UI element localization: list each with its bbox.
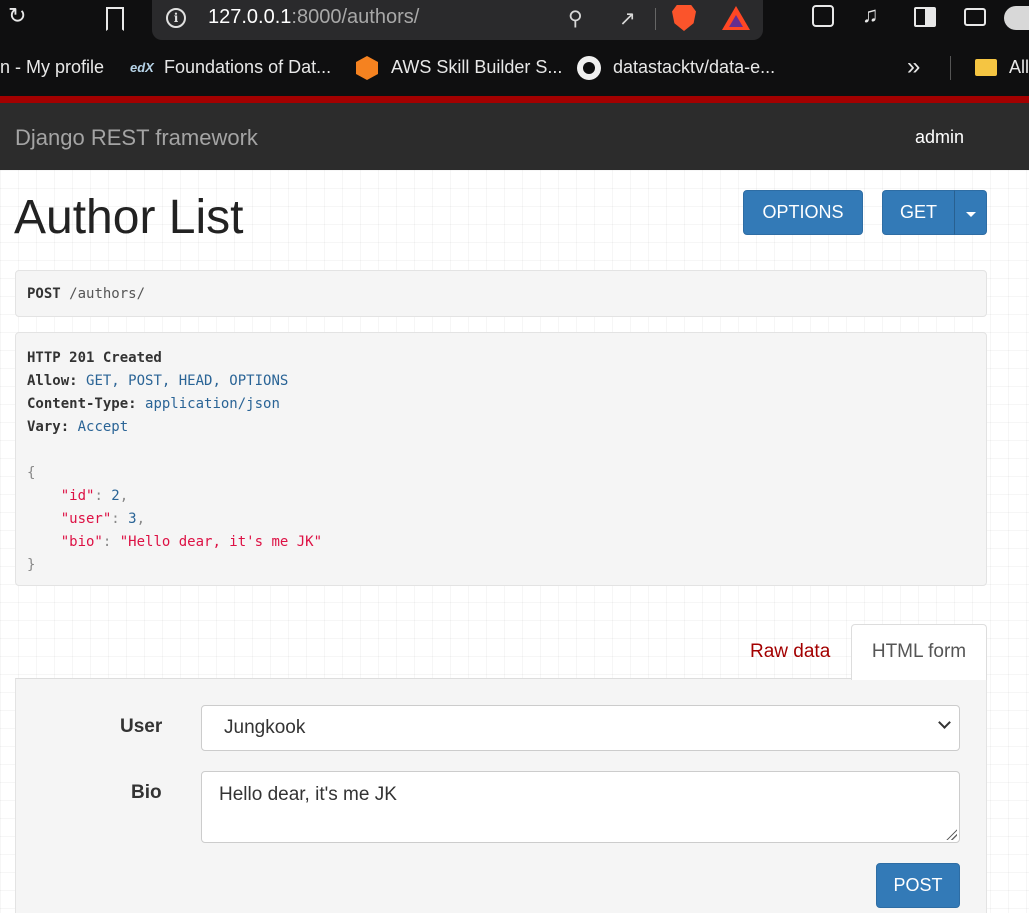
json-key: "id" [60, 488, 95, 504]
navbar-brand[interactable]: Django REST framework [15, 125, 258, 151]
json-field: "id": 2, [60, 488, 129, 504]
get-format-dropdown[interactable] [954, 190, 987, 235]
user-select-value: Jungkook [224, 717, 306, 738]
json-value: 3 [128, 511, 137, 527]
url-host: 127.0.0.1 [208, 6, 292, 28]
site-info-icon[interactable]: i [166, 8, 186, 28]
header-name: Vary: [27, 419, 70, 435]
bookmark-all[interactable]: All [1009, 57, 1029, 78]
bio-field-label: Bio [131, 782, 162, 803]
json-value: 2 [111, 488, 120, 504]
folder-icon [975, 59, 997, 76]
brave-rewards-icon[interactable] [722, 6, 750, 30]
address-bar[interactable]: i 127.0.0.1:8000/authors/ ⚲ ↗ [152, 0, 763, 40]
get-button[interactable]: GET [882, 190, 955, 235]
sidebar-icon[interactable] [914, 7, 936, 27]
bookmark-foundations[interactable]: Foundations of Dat... [164, 57, 331, 78]
request-path: /authors/ [69, 286, 146, 302]
json-field: "user": 3, [60, 511, 146, 527]
header-value: GET, POST, HEAD, OPTIONS [86, 373, 289, 389]
edx-icon: edX [130, 60, 154, 75]
bookmarks-divider [950, 56, 951, 80]
chevron-down-icon [938, 716, 951, 729]
response-info: HTTP 201 Created Allow: GET, POST, HEAD,… [15, 332, 987, 586]
header-name: Allow: [27, 373, 78, 389]
post-submit-button[interactable]: POST [876, 863, 960, 908]
zoom-icon[interactable]: ⚲ [568, 6, 583, 31]
bio-textarea-value: Hello dear, it's me JK [219, 784, 397, 805]
header-value: Accept [77, 419, 129, 435]
caret-down-icon [966, 212, 976, 217]
response-header-row: Content-Type: application/json [27, 393, 975, 416]
json-close: } [27, 554, 975, 577]
url-path: :8000/authors/ [291, 6, 420, 28]
request-method: POST [27, 286, 61, 302]
drf-navbar: Django REST framework admin [0, 103, 1029, 170]
bookmarks-overflow-icon[interactable]: » [907, 53, 920, 81]
bookmark-datastacktv[interactable]: datastacktv/data-e... [613, 57, 775, 78]
json-value: "Hello dear, it's me JK" [119, 534, 323, 550]
browser-toolbar: ↻ i 127.0.0.1:8000/authors/ ⚲ ↗ ♫ [0, 0, 1029, 42]
github-icon [577, 56, 601, 80]
media-icon[interactable]: ♫ [862, 4, 879, 26]
response-header-row: Vary: Accept [27, 416, 975, 439]
tab-raw-data[interactable]: Raw data [750, 641, 830, 663]
json-field: "bio": "Hello dear, it's me JK" [60, 534, 323, 550]
header-name: Content-Type: [27, 396, 137, 412]
request-info: POST /authors/ [15, 270, 987, 317]
response-status: HTTP 201 Created [27, 347, 975, 370]
header-value: application/json [145, 396, 280, 412]
user-field-label: User [120, 716, 163, 737]
options-button[interactable]: OPTIONS [743, 190, 863, 235]
bookmark-my-profile[interactable]: n - My profile [0, 57, 104, 78]
profile-icon[interactable] [1004, 6, 1029, 30]
bookmark-aws-skill-builder[interactable]: AWS Skill Builder S... [391, 57, 562, 78]
bookmark-icon[interactable] [106, 7, 124, 31]
navbar-accent-bar [0, 96, 1029, 103]
resize-grip-icon[interactable] [945, 828, 957, 840]
wallet-icon[interactable] [964, 8, 986, 26]
json-open: { [27, 462, 975, 485]
url-divider [655, 8, 656, 30]
json-key: "user" [60, 511, 112, 527]
share-icon[interactable]: ↗ [619, 6, 636, 31]
status-text: HTTP 201 Created [27, 350, 162, 366]
bio-textarea[interactable]: Hello dear, it's me JK [201, 771, 960, 843]
main-content: Author List OPTIONS GET POST /authors/ H… [0, 170, 1029, 913]
brace-open: { [27, 465, 36, 481]
response-header-row: Allow: GET, POST, HEAD, OPTIONS [27, 370, 975, 393]
bookmarks-bar: n - My profile edX Foundations of Dat...… [0, 42, 1029, 96]
navbar-user[interactable]: admin [915, 127, 964, 148]
json-key: "bio" [60, 534, 103, 550]
tab-html-form[interactable]: HTML form [851, 624, 987, 680]
aws-icon [356, 56, 378, 80]
address-url[interactable]: 127.0.0.1:8000/authors/ [208, 6, 419, 29]
reload-icon[interactable]: ↻ [8, 5, 26, 27]
page-title: Author List [14, 191, 244, 244]
user-select[interactable]: Jungkook [201, 705, 960, 751]
extensions-icon[interactable] [812, 5, 834, 27]
brace-close: } [27, 557, 36, 573]
